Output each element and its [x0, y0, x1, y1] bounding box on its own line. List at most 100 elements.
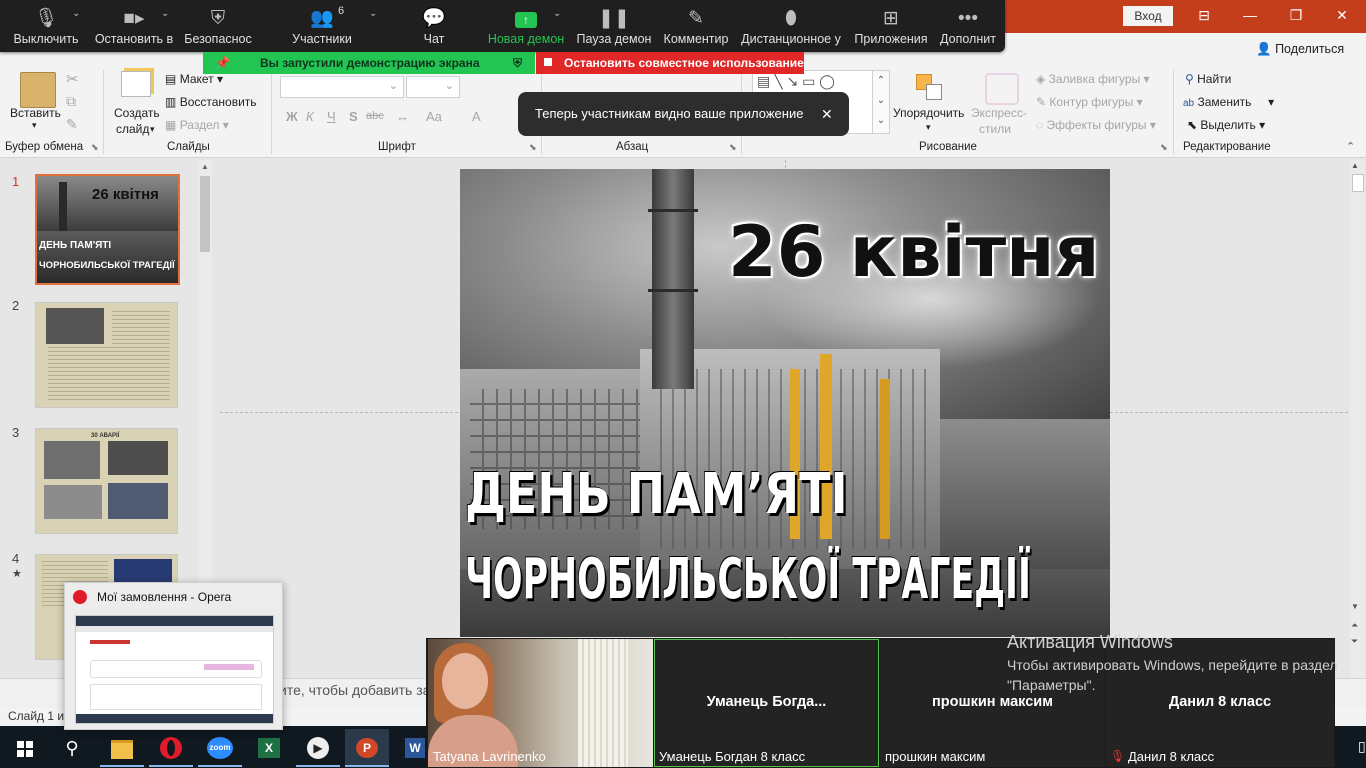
- section-button[interactable]: ▦ Раздел ▾: [165, 118, 229, 132]
- new-slide-icon[interactable]: [121, 71, 151, 97]
- participants-label: Участники: [292, 32, 352, 46]
- paste-icon[interactable]: [20, 72, 56, 108]
- font-name-dropdown[interactable]: ⌄: [280, 76, 404, 98]
- paragraph-launcher-icon[interactable]: ⬊: [729, 142, 737, 153]
- new-slide-label-2[interactable]: слайд: [116, 122, 149, 136]
- opera-taskbar-preview[interactable]: Мої замовлення - Opera: [64, 582, 283, 730]
- stop-sharing-button[interactable]: Остановить совместное использование: [536, 52, 804, 74]
- sharing-notice-bar: 📌 Вы запустили демонстрацию экрана ⛨: [203, 52, 535, 74]
- apps-button[interactable]: ⊞ Приложения: [852, 0, 930, 52]
- slide-thumbnail-2[interactable]: [35, 302, 178, 408]
- shapes-scroll[interactable]: ⌃ ⌄ ⌄: [872, 70, 890, 134]
- slide-number: 4: [12, 551, 20, 566]
- previous-slide-icon[interactable]: ⏶: [1351, 620, 1358, 631]
- login-button[interactable]: Вход: [1123, 6, 1173, 26]
- annotate-button[interactable]: ✎ Комментир: [662, 0, 730, 52]
- shape-fill-button[interactable]: ◈ Заливка фигуры ▾: [1036, 72, 1150, 86]
- zoom-app-icon[interactable]: zoom: [198, 729, 242, 767]
- pause-share-button[interactable]: ❚❚ Пауза демон: [576, 0, 652, 52]
- scroll-up-icon[interactable]: ▲: [1351, 161, 1359, 170]
- underline-button[interactable]: Ч: [327, 109, 336, 124]
- replace-button[interactable]: ab Заменить ▾: [1183, 95, 1274, 109]
- char-spacing-icon[interactable]: ↔: [396, 109, 409, 124]
- video-tile-self[interactable]: [428, 639, 653, 767]
- restore-button[interactable]: ❐: [1273, 0, 1319, 33]
- share-button[interactable]: 👤 Поделиться: [1256, 38, 1356, 60]
- select-button[interactable]: ⬉ Выделить ▾: [1187, 118, 1265, 132]
- text-box-icon: ▤: [757, 73, 771, 89]
- participant-display-name: Данил 8 класс: [1168, 694, 1272, 710]
- collapse-ribbon-icon[interactable]: ⌃: [1346, 140, 1355, 153]
- drawing-launcher-icon[interactable]: ⬊: [1160, 142, 1168, 153]
- minimize-button[interactable]: —: [1227, 0, 1273, 33]
- next-slide-icon[interactable]: ⏷: [1351, 636, 1358, 647]
- shape-outline-button[interactable]: ✎ Контур фигуры ▾: [1036, 95, 1143, 109]
- opera-icon[interactable]: [149, 729, 193, 767]
- slide-title-line2[interactable]: ЧОРНОБИЛЬСЬКОЇ ТРАГЕДІЇ: [465, 547, 1031, 612]
- scroll-thumb[interactable]: [200, 176, 210, 252]
- paste-caret-icon[interactable]: ▾: [32, 120, 37, 131]
- arrow-icon: ↘: [786, 73, 799, 89]
- participant-display-name: прошкин максим: [932, 694, 1053, 710]
- powerpoint-icon[interactable]: P: [345, 729, 389, 767]
- font-size-dropdown[interactable]: ⌄: [406, 76, 460, 98]
- text-shadow-button[interactable]: S: [349, 109, 358, 124]
- scroll-thumb[interactable]: [1352, 174, 1364, 192]
- scroll-down-icon[interactable]: ▼: [1351, 602, 1359, 611]
- pin-icon[interactable]: 📌: [215, 52, 230, 74]
- copy-icon[interactable]: ⧉: [66, 93, 76, 110]
- bold-button[interactable]: Ж: [286, 109, 298, 124]
- slide-date[interactable]: 26 квітня: [728, 211, 1099, 293]
- remote-control-button[interactable]: ⬮ Дистанционное у: [741, 0, 841, 52]
- chat-button[interactable]: 💬 Чат: [410, 0, 458, 52]
- excel-icon[interactable]: X: [247, 729, 291, 767]
- italic-button[interactable]: К: [306, 109, 314, 124]
- arrange-button[interactable]: Упорядочить: [893, 106, 964, 120]
- slide-thumbnail-1[interactable]: 26 квітня ДЕНЬ ПАМ'ЯТІ ЧОРНОБИЛЬСЬКОЇ ТР…: [35, 174, 180, 285]
- change-case-button[interactable]: Aa: [426, 109, 442, 124]
- file-explorer-icon[interactable]: [100, 729, 144, 767]
- layout-button[interactable]: ▤ Макет ▾: [165, 72, 223, 86]
- arrange-caret-icon[interactable]: ▾: [926, 122, 931, 133]
- shape-effects-button[interactable]: ◌ Эффекты фигуры ▾: [1036, 118, 1156, 132]
- scroll-up-icon[interactable]: ▲: [200, 162, 210, 174]
- search-icon[interactable]: ⚲: [50, 729, 94, 767]
- participants-chevron-icon[interactable]: ⌄: [369, 8, 377, 19]
- paste-button[interactable]: Вставить: [10, 106, 61, 120]
- format-painter-icon[interactable]: ✎: [66, 116, 78, 133]
- strikethrough-button[interactable]: abc: [366, 110, 384, 122]
- close-toast-icon[interactable]: ✕: [821, 92, 833, 136]
- font-color-icon[interactable]: A: [472, 109, 481, 124]
- ribbon-display-icon[interactable]: ⊟: [1181, 0, 1227, 33]
- reset-button[interactable]: ▥ Восстановить: [165, 95, 257, 109]
- shield-check-icon: ⛨: [513, 56, 523, 70]
- security-button[interactable]: ⛨ Безопаснос: [182, 0, 254, 52]
- reset-label: Восстановить: [179, 95, 257, 109]
- find-button[interactable]: ⚲ Найти: [1185, 72, 1231, 86]
- more-button[interactable]: ••• Дополнит: [937, 0, 999, 52]
- notifications-icon[interactable]: ▯: [1358, 738, 1366, 755]
- quick-styles-label-2[interactable]: стили: [979, 122, 1011, 136]
- slides-group-label: Слайды: [167, 141, 210, 153]
- new-slide-caret-icon[interactable]: ▾: [150, 124, 155, 135]
- editing-group-label: Редактирование: [1183, 141, 1271, 153]
- participants-button[interactable]: 👥 Участники: [285, 0, 359, 52]
- share-options-chevron-icon[interactable]: ⌄: [553, 8, 561, 19]
- mic-options-chevron-icon[interactable]: ⌄: [72, 8, 80, 19]
- cut-icon[interactable]: ✂: [66, 70, 79, 88]
- media-player-icon[interactable]: ▶: [296, 729, 340, 767]
- video-options-chevron-icon[interactable]: ⌄: [161, 8, 169, 19]
- font-launcher-icon[interactable]: ⬊: [529, 142, 537, 153]
- quick-styles-label-1[interactable]: Экспресс-: [971, 106, 1027, 120]
- new-slide-label-1[interactable]: Создать: [114, 106, 160, 120]
- editor-scrollbar[interactable]: ▲ ▼ ⏶ ⏷: [1350, 160, 1364, 678]
- start-button[interactable]: [2, 729, 46, 767]
- quick-styles-icon[interactable]: [985, 73, 1019, 105]
- arrange-icon[interactable]: [916, 74, 942, 100]
- close-window-button[interactable]: ✕: [1319, 0, 1365, 33]
- word-icon[interactable]: W: [394, 729, 425, 767]
- slide-title-line1[interactable]: ДЕНЬ ПАМ’ЯТІ: [465, 462, 848, 527]
- slide-thumbnail-3[interactable]: 30 АВАРІЇ: [35, 428, 178, 534]
- slide-canvas[interactable]: 26 квітня ДЕНЬ ПАМ’ЯТІ ЧОРНОБИЛЬСЬКОЇ ТР…: [460, 169, 1110, 637]
- clipboard-launcher-icon[interactable]: ⬊: [91, 142, 99, 153]
